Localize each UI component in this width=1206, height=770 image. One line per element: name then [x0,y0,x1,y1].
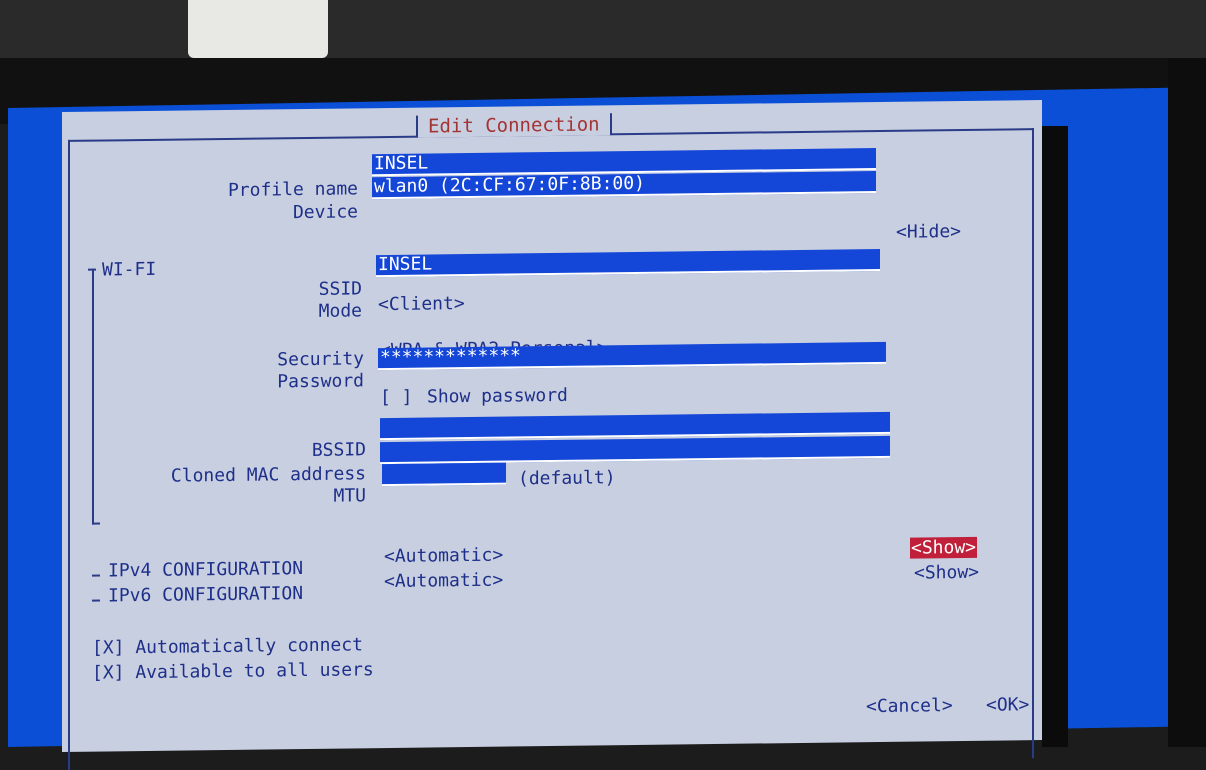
profile-name-label: Profile name [227,178,358,201]
monitor-bezel-right [1168,58,1206,747]
ipv6-mode-dropdown[interactable]: <Automatic> [384,570,503,592]
ipv6-collapse-marker [92,599,100,602]
mtu-default-hint: (default) [518,467,616,490]
password-label: Password [277,370,364,393]
cloned-mac-label: Cloned MAC address [170,463,366,487]
cancel-button[interactable]: <Cancel> [866,695,953,717]
mtu-field[interactable] [382,462,506,487]
mtu-label: MTU [333,485,366,507]
ipv4-collapse-marker [92,574,100,577]
wifi-section-bracket [92,268,94,525]
all-users-checkbox[interactable]: [X] Available to all users [92,659,374,683]
show-password-checkbox[interactable]: [ ] [380,387,413,408]
wifi-section-bottom [92,522,100,525]
mode-dropdown[interactable]: <Client> [378,293,465,315]
mode-label: Mode [318,300,362,322]
ipv4-label: IPv4 CONFIGURATION [108,558,304,582]
ok-button[interactable]: <OK> [986,694,1029,716]
dialog-shadow [1042,126,1068,747]
bssid-label: BSSID [311,439,366,461]
background-pipe [188,0,328,58]
hide-button[interactable]: <Hide> [896,221,961,243]
edit-connection-dialog: Edit Connection Profile name INSEL Devic… [62,100,1042,770]
ipv6-label: IPv6 CONFIGURATION [108,583,304,607]
wifi-section-label: WI-FI [102,258,157,281]
auto-connect-checkbox[interactable]: [X] Automatically connect [92,634,363,658]
security-label: Security [277,348,364,371]
show-password-label: Show password [427,384,568,408]
dialog-title: Edit Connection [416,113,612,138]
ipv4-mode-dropdown[interactable]: <Automatic> [384,545,503,567]
device-label: Device [292,201,358,224]
ssid-label: SSID [318,278,362,300]
ipv6-show-button[interactable]: <Show> [914,562,979,584]
ipv4-show-button[interactable]: <Show> [910,536,978,559]
